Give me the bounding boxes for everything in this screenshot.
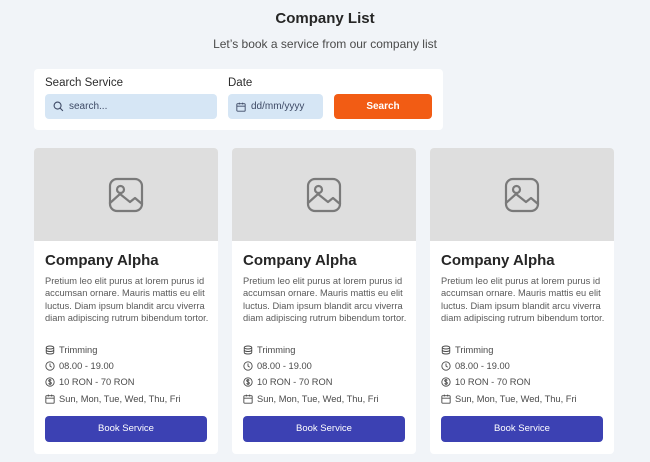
card-description: Pretium leo elit purus at lorem purus id… bbox=[243, 276, 407, 324]
hours-text: 08.00 - 19.00 bbox=[455, 361, 510, 371]
service-row: Trimming bbox=[45, 345, 97, 355]
service-icon bbox=[243, 345, 253, 355]
service-label: Search Service bbox=[45, 77, 123, 89]
search-input[interactable]: search... bbox=[45, 94, 217, 119]
days-row: Sun, Mon, Tue, Wed, Thu, Fri bbox=[441, 394, 577, 404]
dollar-icon bbox=[441, 377, 451, 387]
company-card: Company Alpha Pretium leo elit purus at … bbox=[232, 148, 416, 454]
page-title: Company List bbox=[275, 10, 375, 27]
image-placeholder-icon bbox=[504, 177, 540, 212]
service-text: Trimming bbox=[455, 345, 494, 355]
service-icon bbox=[441, 345, 451, 355]
book-service-button[interactable]: Book Service bbox=[441, 416, 603, 442]
search-placeholder: search... bbox=[69, 101, 108, 112]
service-row: Trimming bbox=[441, 345, 493, 355]
card-title: Company Alpha bbox=[45, 252, 159, 269]
calendar-icon bbox=[236, 102, 246, 112]
calendar-icon bbox=[441, 394, 451, 404]
page-subtitle: Let’s book a service from our company li… bbox=[213, 37, 437, 51]
days-text: Sun, Mon, Tue, Wed, Thu, Fri bbox=[59, 394, 181, 404]
image-placeholder-icon bbox=[108, 177, 144, 212]
days-row: Sun, Mon, Tue, Wed, Thu, Fri bbox=[243, 394, 379, 404]
service-icon bbox=[45, 345, 55, 355]
card-title: Company Alpha bbox=[243, 252, 357, 269]
clock-icon bbox=[243, 361, 253, 371]
card-title: Company Alpha bbox=[441, 252, 555, 269]
book-service-button[interactable]: Book Service bbox=[45, 416, 207, 442]
dollar-icon bbox=[243, 377, 253, 387]
search-icon bbox=[53, 101, 64, 112]
card-description: Pretium leo elit purus at lorem purus id… bbox=[45, 276, 209, 324]
company-card: Company Alpha Pretium leo elit purus at … bbox=[34, 148, 218, 454]
hours-row: 08.00 - 19.00 bbox=[441, 361, 510, 371]
dollar-icon bbox=[45, 377, 55, 387]
price-row: 10 RON - 70 RON bbox=[45, 377, 134, 387]
price-row: 10 RON - 70 RON bbox=[441, 377, 530, 387]
date-input[interactable]: dd/mm/yyyy bbox=[228, 94, 323, 119]
company-image bbox=[34, 148, 218, 241]
service-text: Trimming bbox=[59, 345, 98, 355]
days-text: Sun, Mon, Tue, Wed, Thu, Fri bbox=[257, 394, 379, 404]
service-row: Trimming bbox=[243, 345, 295, 355]
book-service-button[interactable]: Book Service bbox=[243, 416, 405, 442]
hours-row: 08.00 - 19.00 bbox=[45, 361, 114, 371]
days-text: Sun, Mon, Tue, Wed, Thu, Fri bbox=[455, 394, 577, 404]
search-panel: Search Service search... Date dd/mm/yyyy… bbox=[34, 69, 443, 130]
price-text: 10 RON - 70 RON bbox=[59, 377, 135, 387]
company-image bbox=[430, 148, 614, 241]
company-card: Company Alpha Pretium leo elit purus at … bbox=[430, 148, 614, 454]
service-text: Trimming bbox=[257, 345, 296, 355]
price-text: 10 RON - 70 RON bbox=[257, 377, 333, 387]
price-text: 10 RON - 70 RON bbox=[455, 377, 531, 387]
date-placeholder: dd/mm/yyyy bbox=[251, 101, 305, 112]
image-placeholder-icon bbox=[306, 177, 342, 212]
calendar-icon bbox=[243, 394, 253, 404]
search-button[interactable]: Search bbox=[334, 94, 432, 119]
hours-text: 08.00 - 19.00 bbox=[59, 361, 114, 371]
hours-text: 08.00 - 19.00 bbox=[257, 361, 312, 371]
price-row: 10 RON - 70 RON bbox=[243, 377, 332, 387]
hours-row: 08.00 - 19.00 bbox=[243, 361, 312, 371]
calendar-icon bbox=[45, 394, 55, 404]
card-description: Pretium leo elit purus at lorem purus id… bbox=[441, 276, 605, 324]
clock-icon bbox=[45, 361, 55, 371]
clock-icon bbox=[441, 361, 451, 371]
date-label: Date bbox=[228, 77, 253, 89]
days-row: Sun, Mon, Tue, Wed, Thu, Fri bbox=[45, 394, 181, 404]
company-image bbox=[232, 148, 416, 241]
